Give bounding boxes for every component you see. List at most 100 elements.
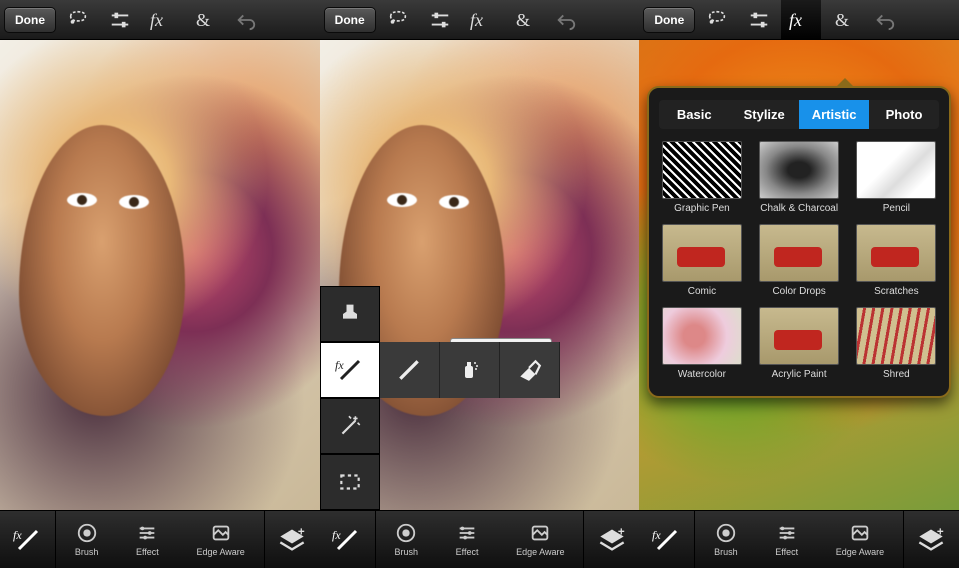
fx-chalk-charcoal[interactable]: Chalk & Charcoal xyxy=(757,141,842,214)
marquee-tool-icon[interactable] xyxy=(320,454,380,510)
ampersand-icon[interactable]: & xyxy=(504,0,544,40)
fx-icon[interactable]: fx xyxy=(781,0,821,40)
edge-aware-button[interactable]: Edge Aware xyxy=(516,522,564,557)
effect-label: Effect xyxy=(456,547,479,557)
brush-button[interactable]: Brush xyxy=(75,522,99,557)
effect-button[interactable]: Effect xyxy=(775,522,798,557)
done-button[interactable]: Done xyxy=(324,7,376,33)
undo-icon[interactable] xyxy=(865,0,905,40)
fx-watercolor[interactable]: Watercolor xyxy=(659,307,744,380)
layers-icon[interactable]: + xyxy=(903,511,959,568)
bottom-center: Brush Effect Edge Aware xyxy=(376,511,584,568)
svg-text:fx: fx xyxy=(789,10,802,30)
layers-icon[interactable]: + xyxy=(583,511,639,568)
fx-scratches[interactable]: Scratches xyxy=(854,224,939,297)
fx-label: Acrylic Paint xyxy=(772,369,827,380)
screen-1: Done fx & fx Brush Effect Edge Aware xyxy=(0,0,320,568)
fx-brush-tool-icon[interactable]: fx xyxy=(320,342,380,398)
fx-shred[interactable]: Shred xyxy=(854,307,939,380)
done-button[interactable]: Done xyxy=(4,7,56,33)
fx-thumb xyxy=(662,307,742,365)
brush-button[interactable]: Brush xyxy=(394,522,418,557)
fx-label: Watercolor xyxy=(678,369,726,380)
svg-text:+: + xyxy=(618,526,625,538)
brush-label: Brush xyxy=(394,547,418,557)
brush-label: Brush xyxy=(714,547,738,557)
fx-thumb xyxy=(662,141,742,199)
fx-comic[interactable]: Comic xyxy=(659,224,744,297)
stamp-tool-icon[interactable] xyxy=(320,286,380,342)
adjust-icon[interactable] xyxy=(100,0,140,40)
svg-text:&: & xyxy=(516,10,530,30)
svg-text:fx: fx xyxy=(332,528,341,542)
tab-stylize[interactable]: Stylize xyxy=(729,100,799,129)
undo-icon[interactable] xyxy=(226,0,266,40)
fx-brush-icon[interactable]: fx xyxy=(0,511,56,568)
svg-text:+: + xyxy=(937,526,944,538)
fx-brush-icon[interactable]: fx xyxy=(320,511,376,568)
fx-pencil[interactable]: Pencil xyxy=(854,141,939,214)
screen-2: Done fx & Effects Paint Tool fx fx Brush xyxy=(320,0,640,568)
lasso-icon[interactable] xyxy=(697,0,737,40)
bottom-center: Brush Effect Edge Aware xyxy=(56,511,264,568)
svg-text:fx: fx xyxy=(150,10,163,30)
bottombar: fx Brush Effect Edge Aware + xyxy=(320,510,640,568)
ampersand-icon[interactable]: & xyxy=(823,0,863,40)
subtool-spray-icon[interactable] xyxy=(440,342,500,398)
fx-thumb xyxy=(856,307,936,365)
svg-text:fx: fx xyxy=(13,528,22,542)
fx-thumb xyxy=(759,141,839,199)
fx-label: Scratches xyxy=(874,286,918,297)
svg-text:+: + xyxy=(298,526,305,538)
brush-label: Brush xyxy=(75,547,99,557)
lasso-icon[interactable] xyxy=(378,0,418,40)
fx-graphic-pen[interactable]: Graphic Pen xyxy=(659,141,744,214)
edge-label: Edge Aware xyxy=(836,547,884,557)
bottombar: fx Brush Effect Edge Aware + xyxy=(639,510,959,568)
tab-artistic[interactable]: Artistic xyxy=(799,100,869,129)
fx-tabs: Basic Stylize Artistic Photo xyxy=(659,100,939,129)
fx-thumb xyxy=(856,141,936,199)
edge-aware-button[interactable]: Edge Aware xyxy=(196,522,244,557)
tab-basic[interactable]: Basic xyxy=(659,100,729,129)
tab-photo[interactable]: Photo xyxy=(869,100,939,129)
bottom-center: Brush Effect Edge Aware xyxy=(695,511,903,568)
brush-button[interactable]: Brush xyxy=(714,522,738,557)
adjust-icon[interactable] xyxy=(739,0,779,40)
canvas[interactable] xyxy=(0,40,320,510)
svg-text:&: & xyxy=(835,10,849,30)
canvas[interactable]: Effects Paint Tool fx xyxy=(320,40,640,510)
fx-acrylic-paint[interactable]: Acrylic Paint xyxy=(757,307,842,380)
layers-icon[interactable]: + xyxy=(264,511,320,568)
fx-color-drops[interactable]: Color Drops xyxy=(757,224,842,297)
fx-thumb xyxy=(856,224,936,282)
fx-label: Pencil xyxy=(883,203,910,214)
topbar: Done fx & xyxy=(320,0,640,40)
done-button[interactable]: Done xyxy=(643,7,695,33)
eye xyxy=(387,193,417,207)
fx-icon[interactable]: fx xyxy=(462,0,502,40)
fx-label: Color Drops xyxy=(772,286,825,297)
subtool-brush-icon[interactable] xyxy=(380,342,440,398)
fx-thumb xyxy=(662,224,742,282)
effect-label: Effect xyxy=(775,547,798,557)
adjust-icon[interactable] xyxy=(420,0,460,40)
edge-aware-button[interactable]: Edge Aware xyxy=(836,522,884,557)
edge-label: Edge Aware xyxy=(516,547,564,557)
effect-button[interactable]: Effect xyxy=(136,522,159,557)
fx-label: Graphic Pen xyxy=(674,203,730,214)
lasso-icon[interactable] xyxy=(58,0,98,40)
fx-thumb xyxy=(759,224,839,282)
ampersand-icon[interactable]: & xyxy=(184,0,224,40)
subtool-eraser-icon[interactable] xyxy=(500,342,560,398)
svg-text:fx: fx xyxy=(652,528,661,542)
fx-thumb xyxy=(759,307,839,365)
canvas[interactable]: Basic Stylize Artistic Photo Graphic Pen… xyxy=(639,40,959,510)
fx-brush-icon[interactable]: fx xyxy=(639,511,695,568)
magic-wand-icon[interactable] xyxy=(320,398,380,454)
undo-icon[interactable] xyxy=(546,0,586,40)
effect-label: Effect xyxy=(136,547,159,557)
effect-button[interactable]: Effect xyxy=(456,522,479,557)
fx-icon[interactable]: fx xyxy=(142,0,182,40)
topbar: Done fx & xyxy=(639,0,959,40)
